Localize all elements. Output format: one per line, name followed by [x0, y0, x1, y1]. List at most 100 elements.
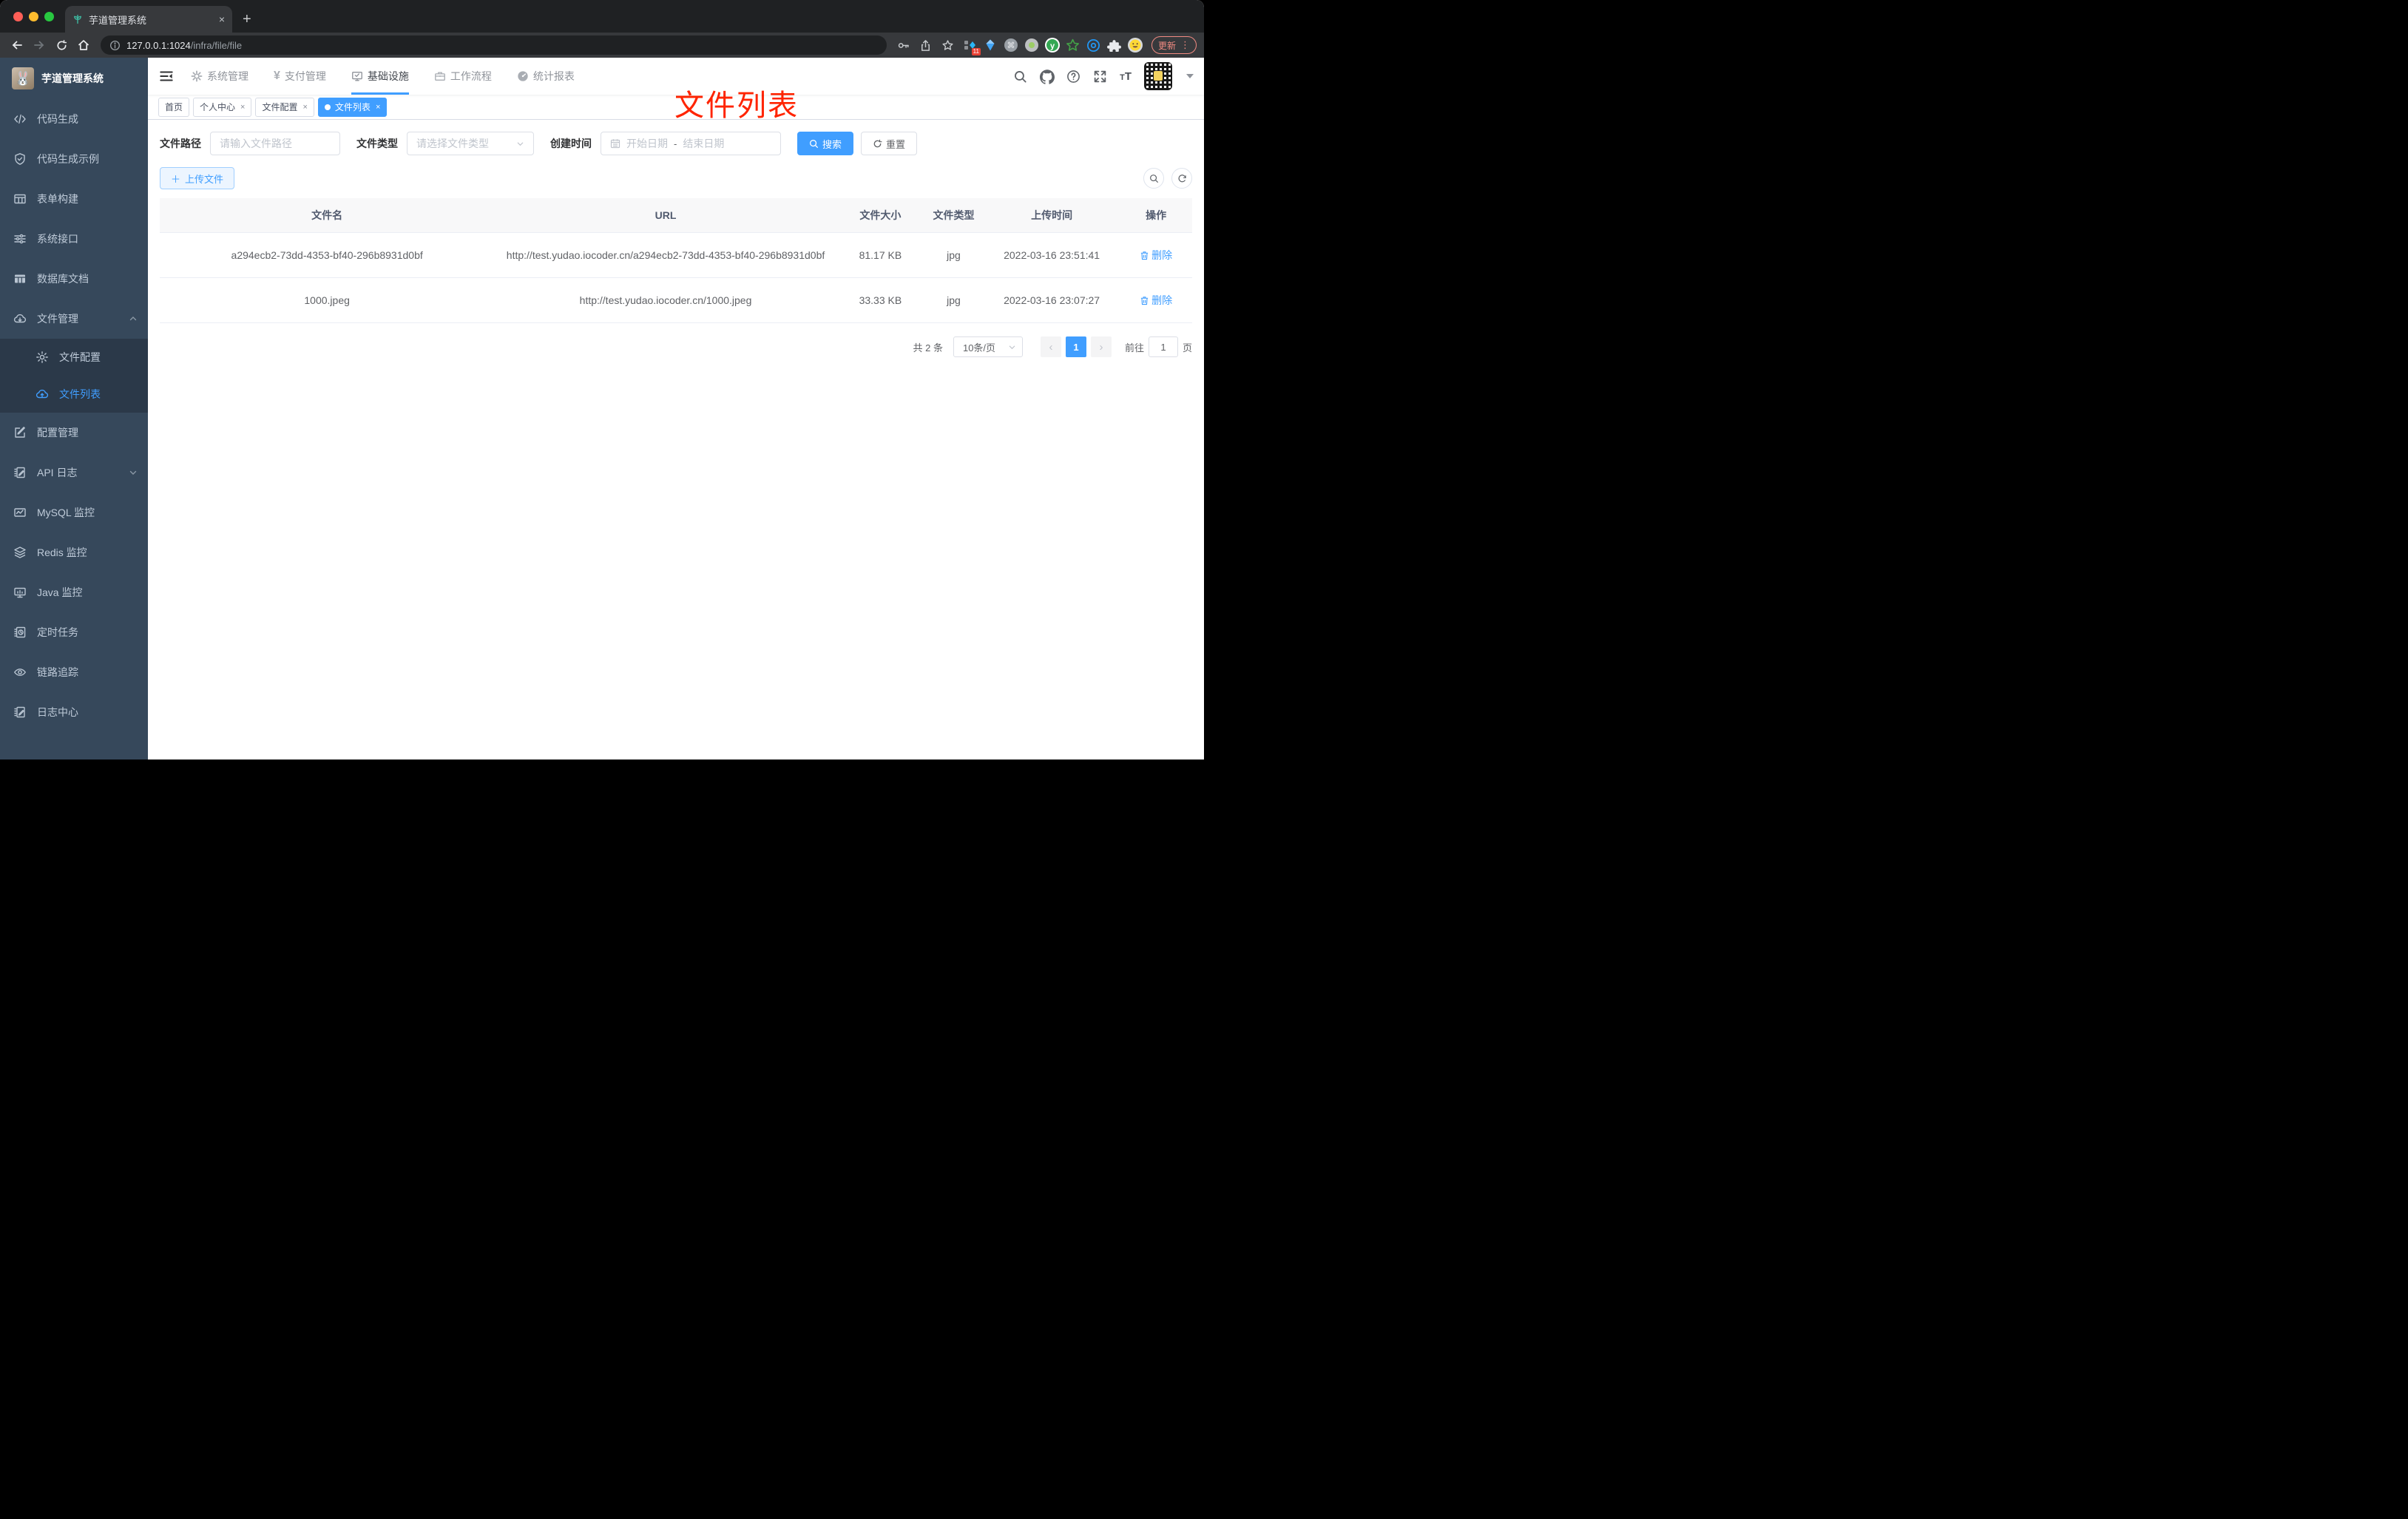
site-info-icon[interactable]: [109, 40, 121, 51]
bookmark-star-icon[interactable]: [938, 35, 958, 55]
font-size-icon[interactable]: TT: [1120, 70, 1132, 83]
col-header-name: 文件名: [311, 209, 343, 221]
browser-menu-icon[interactable]: ⋮: [1180, 39, 1190, 51]
delete-button[interactable]: 删除: [1140, 248, 1172, 263]
sidebar-item-label: 系统接口: [37, 233, 78, 245]
col-header-type: 文件类型: [933, 209, 975, 221]
prev-page-button[interactable]: ‹: [1040, 336, 1061, 357]
tag-home[interactable]: 首页: [158, 97, 190, 117]
tag-file-config[interactable]: 文件配置 ×: [255, 97, 314, 117]
tag-close-icon[interactable]: ×: [376, 103, 380, 112]
sidebar-item-system-api[interactable]: 系统接口: [0, 219, 148, 259]
help-icon[interactable]: [1066, 70, 1080, 84]
top-navigation: 系统管理 ¥ 支付管理 基础设施 工作流程 统计报表: [191, 58, 575, 95]
sidebar-item-config-management[interactable]: 配置管理: [0, 413, 148, 453]
goto-page-input[interactable]: [1148, 336, 1178, 357]
github-icon[interactable]: [1040, 69, 1055, 84]
extension-gem-icon[interactable]: [981, 36, 999, 54]
share-icon[interactable]: [916, 35, 936, 55]
briefcase-icon: [434, 70, 446, 82]
sidebar-item-db-doc[interactable]: 数据库文档: [0, 259, 148, 299]
tag-close-icon[interactable]: ×: [240, 103, 245, 112]
delete-label: 删除: [1151, 294, 1173, 306]
log-edit-icon: [13, 466, 27, 479]
extension-eye-icon[interactable]: [1085, 36, 1103, 54]
new-tab-button[interactable]: +: [243, 12, 251, 27]
sidebar-item-form-builder[interactable]: 表单构建: [0, 179, 148, 219]
reload-icon[interactable]: [52, 35, 71, 55]
reset-button[interactable]: 重置: [861, 132, 918, 155]
page-1-button[interactable]: 1: [1065, 336, 1086, 357]
cell-file-size: 33.33 KB: [859, 294, 902, 306]
topnav-item-infrastructure[interactable]: 基础设施: [351, 58, 409, 95]
profile-avatar-icon[interactable]: [1126, 36, 1144, 54]
avatar-caret-icon[interactable]: [1186, 74, 1194, 78]
fullscreen-icon[interactable]: [1093, 70, 1107, 84]
sidebar-item-log-center[interactable]: 日志中心: [0, 692, 148, 732]
extensions-puzzle-icon[interactable]: [1106, 36, 1123, 54]
home-icon[interactable]: [74, 35, 93, 55]
sidebar-item-java-monitor[interactable]: Java 监控: [0, 572, 148, 612]
chrome-update-button[interactable]: 更新 ⋮: [1151, 36, 1197, 54]
edit-square-icon: [13, 426, 27, 439]
extension-y-icon[interactable]: y: [1044, 36, 1061, 54]
sidebar-item-tracing[interactable]: 链路追踪: [0, 652, 148, 692]
file-type-select[interactable]: 请选择文件类型: [407, 132, 534, 155]
extension-badge: 11: [971, 48, 981, 55]
svg-text:⌘: ⌘: [1007, 41, 1015, 50]
extension-kanbanflow-icon[interactable]: 11: [961, 36, 981, 55]
gauge-icon: [517, 70, 529, 82]
col-header-time: 上传时间: [1031, 209, 1073, 221]
extension-grey-dot-icon[interactable]: [1023, 36, 1041, 54]
sidebar-item-code-gen[interactable]: 代码生成: [0, 99, 148, 139]
topnav-item-reports[interactable]: 统计报表: [517, 58, 575, 95]
next-page-button[interactable]: ›: [1090, 336, 1112, 357]
password-key-icon[interactable]: [894, 35, 913, 55]
file-type-placeholder: 请选择文件类型: [416, 138, 489, 149]
sidebar-item-file-list[interactable]: 文件列表: [0, 376, 148, 413]
zoom-window-button[interactable]: [44, 12, 54, 21]
date-range-picker[interactable]: 开始日期 - 结束日期: [601, 132, 781, 155]
browser-tab[interactable]: 芋道管理系统 ×: [65, 6, 232, 33]
sidebar-item-label: 数据库文档: [37, 273, 89, 285]
sidebar-logo[interactable]: 🐰 芋道管理系统: [0, 58, 148, 99]
file-path-label: 文件路径: [160, 138, 201, 149]
header-right-tools: TT: [1013, 62, 1194, 90]
refresh-table-icon[interactable]: [1171, 168, 1192, 189]
tag-profile[interactable]: 个人中心 ×: [193, 97, 252, 117]
user-avatar-qr[interactable]: [1144, 62, 1172, 90]
url-text: 127.0.0.1:1024/infra/file/file: [126, 40, 242, 51]
sidebar-item-api-log[interactable]: API 日志: [0, 453, 148, 493]
tab-close-icon[interactable]: ×: [219, 13, 225, 25]
upload-file-button[interactable]: ＋ 上传文件: [160, 167, 235, 189]
favicon-sprout-icon: [72, 14, 83, 24]
extension-command-icon[interactable]: ⌘: [1002, 36, 1020, 54]
topnav-item-workflow[interactable]: 工作流程: [434, 58, 492, 95]
database-table-icon: [13, 272, 27, 285]
toggle-search-icon[interactable]: [1143, 168, 1164, 189]
sidebar-item-mysql-monitor[interactable]: MySQL 监控: [0, 493, 148, 532]
topnav-item-system[interactable]: 系统管理: [191, 58, 248, 95]
tag-file-list[interactable]: 文件列表 ×: [317, 97, 388, 117]
url-bar[interactable]: 127.0.0.1:1024/infra/file/file: [101, 35, 887, 55]
search-icon[interactable]: [1013, 70, 1027, 84]
sidebar-item-code-gen-demo[interactable]: 代码生成示例: [0, 139, 148, 179]
back-icon[interactable]: [7, 35, 27, 55]
close-window-button[interactable]: [13, 12, 23, 21]
sidebar-item-file-config[interactable]: 文件配置: [0, 339, 148, 376]
minimize-window-button[interactable]: [29, 12, 38, 21]
search-button[interactable]: 搜索: [797, 132, 854, 155]
sidebar-item-scheduled-tasks[interactable]: 定时任务: [0, 612, 148, 652]
delete-button[interactable]: 删除: [1140, 293, 1172, 308]
file-path-input[interactable]: [220, 138, 331, 149]
sidebar-item-redis-monitor[interactable]: Redis 监控: [0, 532, 148, 572]
topnav-item-payment[interactable]: ¥ 支付管理: [274, 58, 326, 95]
fold-sidebar-icon[interactable]: [158, 68, 175, 84]
extension-green-star-icon[interactable]: [1064, 36, 1082, 54]
page-size-select[interactable]: 10条/页: [953, 336, 1023, 357]
shield-check-icon: [13, 152, 27, 166]
sidebar-item-file-management[interactable]: 文件管理: [0, 299, 148, 339]
tag-close-icon[interactable]: ×: [302, 103, 307, 112]
forward-icon[interactable]: [30, 35, 49, 55]
chart-monitor-icon: [13, 506, 27, 519]
